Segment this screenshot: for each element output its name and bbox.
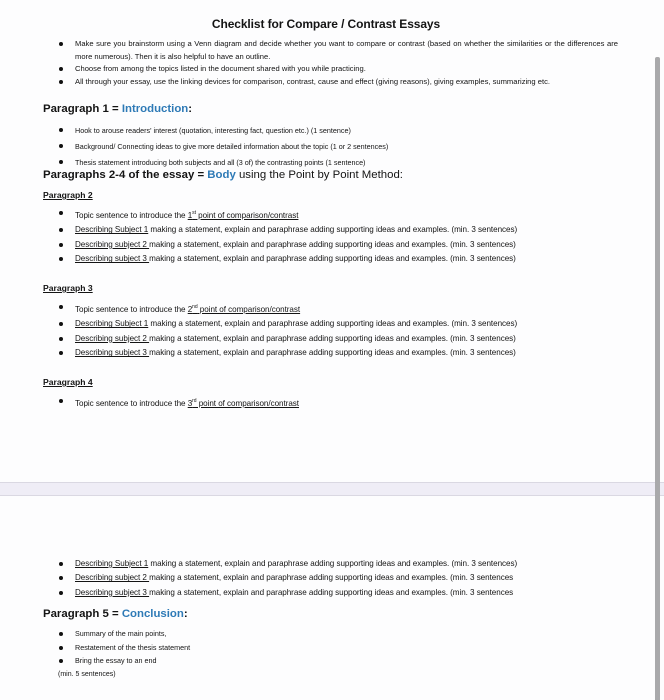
point-link: 1st point of comparison/contrast [188,210,299,220]
list-item: Describing subject 2 making a statement,… [58,571,517,585]
subject-label: Describing Subject 1 [75,225,149,235]
heading-text: : [188,103,193,115]
list-item: Topic sentence to introduce the 1st poin… [58,206,517,223]
subject-label: Describing subject 3 [75,587,150,597]
heading-text: using the Point by Point Method: [235,169,403,181]
conclusion-label: Conclusion [121,608,184,620]
paragraph5-bullet-list: Summary of the main points, Restatement … [58,627,190,668]
point-text: point of comparison/contrast [197,305,301,314]
list-item: Hook to arouse readers' interest (quotat… [58,123,388,139]
list-item: Describing subject 2 making a statement,… [58,238,517,252]
list-item: Topic sentence to introduce the 3rd poin… [58,394,299,411]
list-item: Bring the essay to an end [58,654,190,668]
document-page-1: Checklist for Compare / Contrast Essays … [0,0,652,482]
topic-text: Topic sentence to introduce the [75,305,188,314]
list-item: Background/ Connecting ideas to give mor… [58,139,388,155]
sentence-count-note: (min. 5 sentences) [58,671,116,678]
subject-label: Describing subject 3 [75,254,150,264]
list-item: Summary of the main points, [58,627,190,641]
paragraph3-bullet-list: Topic sentence to introduce the 2nd poin… [58,300,517,361]
introduction-label: Introduction [121,103,189,115]
subject-text: making a statement, explain and paraphra… [148,225,518,235]
list-item: Describing Subject 1 making a statement,… [58,223,517,237]
paragraph3-label: Paragraph 3 [43,283,93,293]
subject-text: making a statement, explain and paraphra… [149,239,516,249]
paragraph1-bullet-list: Hook to arouse readers' interest (quotat… [58,123,388,171]
subject-text: making a statement, explain and paraphra… [149,254,516,264]
list-item: Describing Subject 1 making a statement,… [58,317,517,331]
list-item: Describing subject 3 making a statement,… [58,252,517,266]
body-heading: Paragraphs 2-4 of the essay = Body using… [43,169,403,181]
subject-label: Describing subject 2 [75,573,150,583]
list-item: Choose from among the topics listed in t… [58,63,618,76]
point-text: point of comparison/contrast [196,399,299,408]
heading-text: Paragraph 1 = [43,103,122,115]
paragraph5-heading: Paragraph 5 = Conclusion: [43,608,188,620]
topic-text: Topic sentence to introduce the [75,399,188,408]
heading-text: : [183,608,188,620]
subject-text: making a statement, explain and paraphra… [149,573,514,583]
intro-bullet-list: Make sure you brainstorm using a Venn di… [58,38,618,88]
subject-label: Describing subject 2 [75,239,150,249]
point-link: 3rd point of comparison/contrast [188,398,299,408]
document-title: Checklist for Compare / Contrast Essays [211,17,441,31]
list-item: All through your essay, use the linking … [58,76,618,89]
heading-text: Paragraph 5 = [43,608,122,620]
document-page-2: Describing Subject 1 making a statement,… [0,497,652,700]
vertical-scrollbar[interactable] [655,57,660,700]
list-item: Restatement of the thesis statement [58,641,190,655]
body-label: Body [207,169,236,181]
list-item: Describing subject 2 making a statement,… [58,332,517,346]
list-item: Topic sentence to introduce the 2nd poin… [58,300,517,317]
subject-label: Describing subject 2 [75,333,150,343]
paragraph2-bullet-list: Topic sentence to introduce the 1st poin… [58,206,517,267]
paragraph2-label: Paragraph 2 [43,190,93,200]
subject-label: Describing subject 3 [75,348,150,358]
heading-text: Paragraphs 2-4 of the essay = [43,169,208,181]
list-item: Make sure you brainstorm using a Venn di… [58,38,618,63]
paragraph4-subject-list: Describing Subject 1 making a statement,… [58,557,517,600]
subject-label: Describing Subject 1 [75,559,149,568]
subject-text: making a statement, explain and paraphra… [148,319,518,329]
point-link: 2nd point of comparison/contrast [188,304,301,314]
subject-label: Describing Subject 1 [75,319,149,329]
list-item: Describing Subject 1 making a statement,… [58,557,517,571]
list-item: Describing subject 3 making a statement,… [58,346,517,360]
paragraph4-label: Paragraph 4 [43,377,93,387]
subject-text: making a statement, explain and paraphra… [149,587,514,597]
page-break [0,482,664,496]
list-item: Describing subject 3 making a statement,… [58,586,517,600]
subject-text: making a statement, explain and paraphra… [148,559,518,568]
subject-text: making a statement, explain and paraphra… [149,348,516,358]
point-text: point of comparison/contrast [195,211,299,220]
paragraph1-heading: Paragraph 1 = Introduction: [43,103,192,115]
subject-text: making a statement, explain and paraphra… [149,333,516,343]
topic-text: Topic sentence to introduce the [75,211,188,220]
paragraph4-topic-list: Topic sentence to introduce the 3rd poin… [58,394,299,411]
